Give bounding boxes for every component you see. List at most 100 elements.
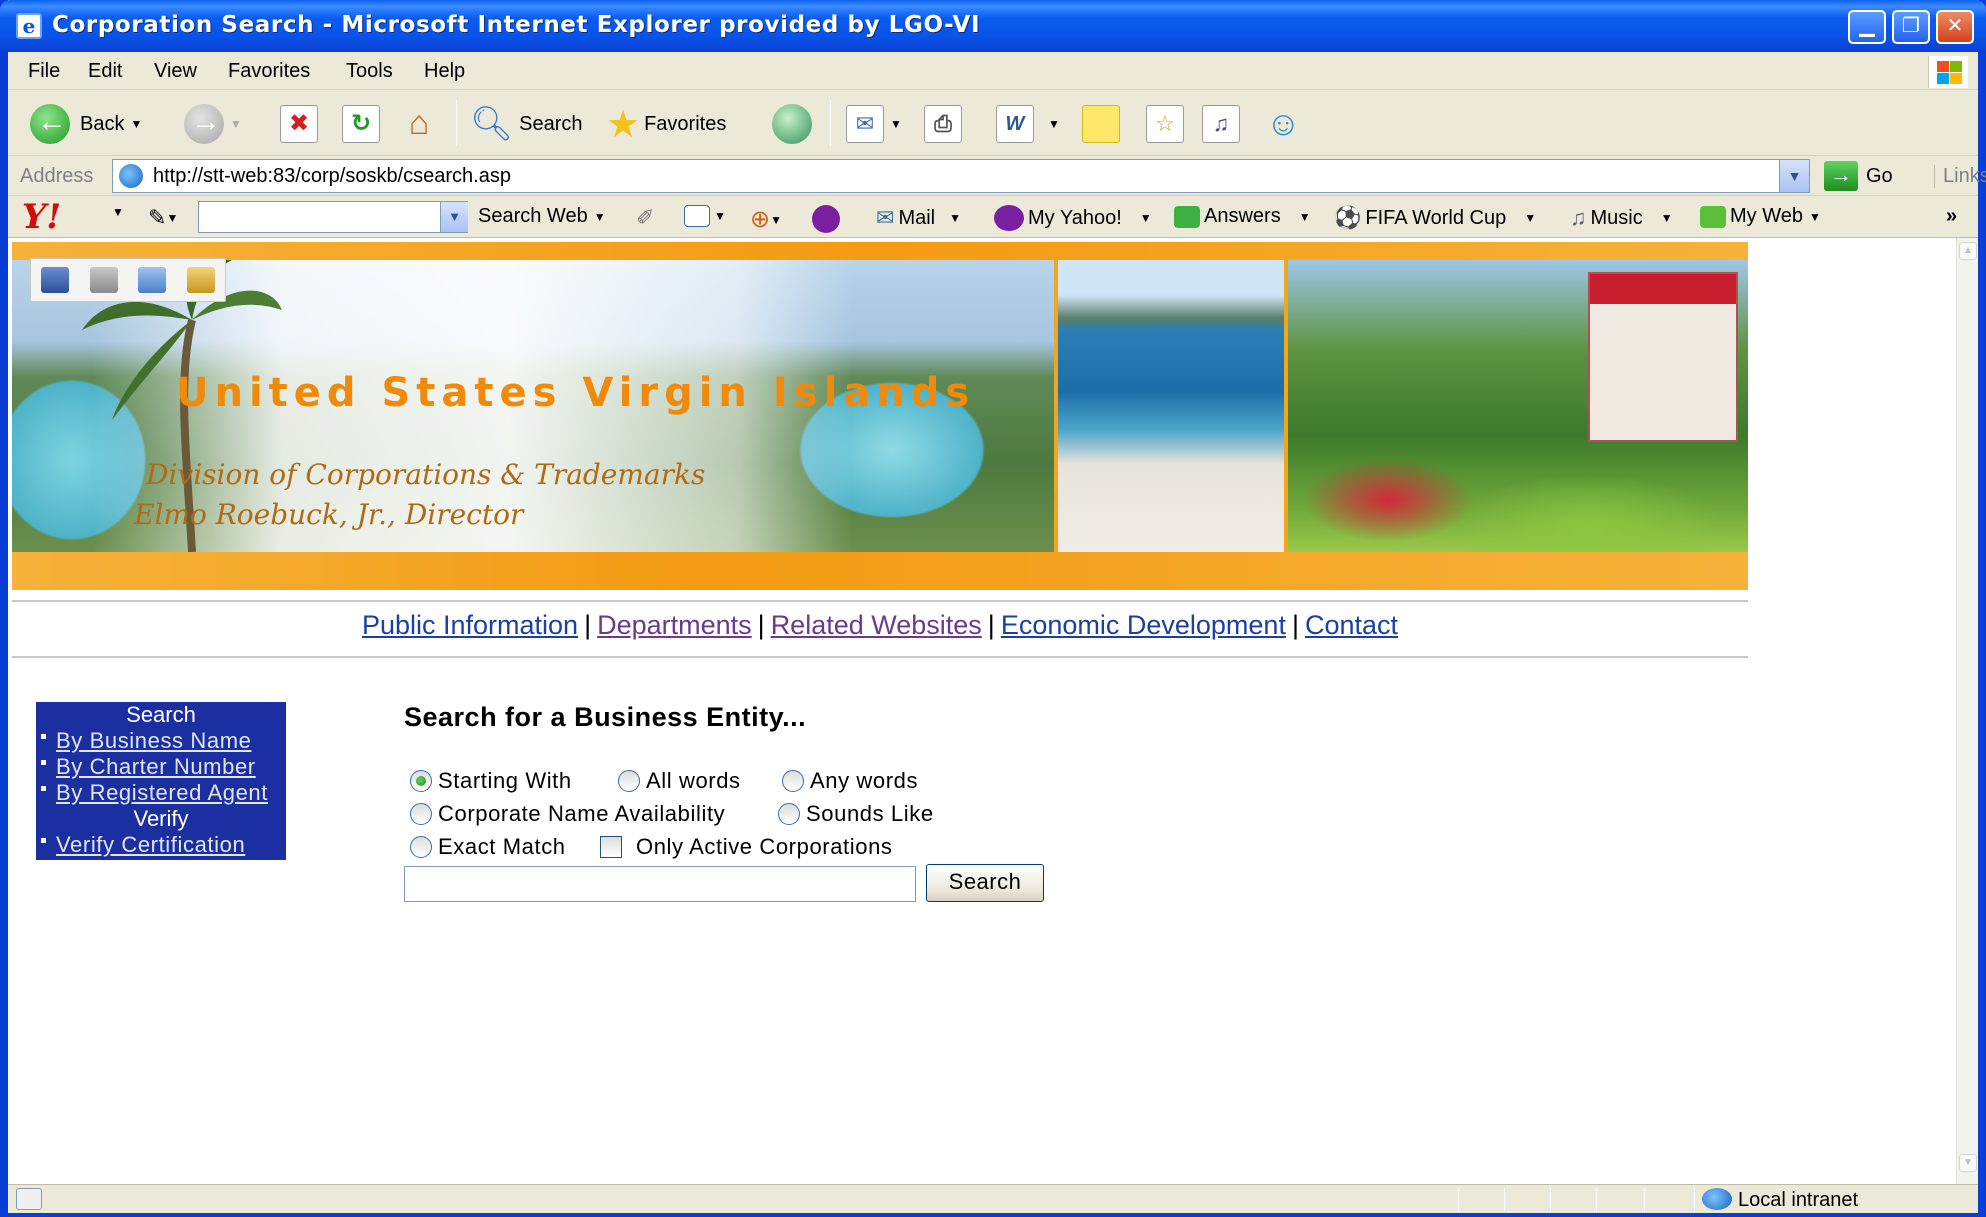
link-by-business-name[interactable]: By Business Name (56, 728, 251, 753)
search-button[interactable]: Search (926, 864, 1044, 902)
answers-button[interactable]: Answers ▼ (1174, 205, 1311, 228)
favorites-button[interactable]: ★ Favorites (606, 102, 726, 146)
menu-edit[interactable]: Edit (88, 60, 122, 83)
nav-departments[interactable]: Departments (597, 610, 752, 640)
messenger-button[interactable]: ☺ (1266, 102, 1301, 146)
scroll-up-icon[interactable]: ▲ (1959, 242, 1977, 260)
option-all-words[interactable]: All words (618, 768, 741, 794)
go-button[interactable]: → Go (1824, 161, 1893, 191)
anti-spy-icon[interactable]: ⊕ ▼ (750, 205, 782, 234)
my-pictures-icon[interactable] (186, 267, 215, 293)
radio-sounds-like[interactable] (778, 803, 800, 825)
my-web-label: My Web (1730, 205, 1803, 227)
answers-dropdown-icon[interactable]: ▼ (1299, 210, 1311, 224)
my-yahoo-button[interactable]: My Yahoo! ▼ (994, 205, 1152, 231)
refresh-button[interactable]: ↻ (342, 102, 380, 146)
mail-dropdown-arrow-icon[interactable]: ▼ (949, 211, 961, 225)
close-button[interactable]: ✕ (1936, 10, 1974, 44)
option-sounds-like[interactable]: Sounds Like (778, 801, 934, 827)
home-button[interactable]: ⌂ (400, 102, 438, 146)
option-exact-match[interactable]: Exact Match (410, 834, 566, 860)
headset-button[interactable] (812, 205, 844, 233)
links-label[interactable]: Links (1934, 165, 1986, 188)
scroll-down-icon[interactable]: ▼ (1959, 1154, 1977, 1172)
my-yahoo-dropdown-icon[interactable]: ▼ (1140, 211, 1152, 225)
music-button[interactable]: ♫ Music ▼ (1570, 205, 1673, 231)
forward-button[interactable]: ▼ (184, 102, 242, 146)
save-image-icon[interactable] (41, 267, 70, 293)
pencil-icon[interactable]: ✎ ▼ (148, 205, 178, 231)
search-web-label: Search Web (478, 205, 588, 227)
edit-dropdown-icon[interactable]: ▼ (1048, 117, 1060, 131)
resort-building-image (1588, 272, 1738, 442)
radio-all-words[interactable] (618, 770, 640, 792)
checkbox-only-active[interactable] (600, 836, 622, 858)
windows-logo-icon (1928, 56, 1968, 88)
history-button[interactable] (772, 102, 812, 146)
highlight-pen-icon[interactable]: ✐ (636, 205, 654, 231)
mail-dropdown-icon[interactable]: ▼ (890, 117, 902, 131)
research-button[interactable]: ☆ (1146, 102, 1184, 146)
mail-envelope-icon: ✉ (846, 105, 884, 143)
radio-exact-match[interactable] (410, 836, 432, 858)
search-web-button[interactable]: Search Web ▼ (478, 205, 606, 228)
link-by-charter-number[interactable]: By Charter Number (56, 754, 256, 779)
link-by-registered-agent[interactable]: By Registered Agent (56, 780, 268, 805)
search-toolbar-button[interactable]: 🔍︎ Search (470, 102, 583, 146)
my-web-button[interactable]: My Web ▼ (1700, 205, 1821, 228)
toolbar-chevron-icon[interactable]: » (1946, 205, 1957, 228)
option-any-words[interactable]: Any words (782, 768, 918, 794)
radio-corporate-name-availability[interactable] (410, 803, 432, 825)
music-dropdown-icon[interactable]: ▼ (1661, 211, 1673, 225)
popup-dropdown-icon[interactable]: ▼ (714, 209, 726, 223)
radio-any-words[interactable] (782, 770, 804, 792)
menu-file[interactable]: File (28, 60, 60, 83)
back-arrow-icon (30, 104, 70, 144)
address-dropdown-icon[interactable]: ▼ (1779, 160, 1809, 192)
forward-dropdown-icon[interactable]: ▼ (230, 117, 242, 131)
maximize-button[interactable]: ❐ (1892, 10, 1930, 44)
form-title: Search for a Business Entity... (404, 702, 807, 732)
link-verify-certification[interactable]: Verify Certification (56, 832, 245, 857)
fifa-dropdown-icon[interactable]: ▼ (1524, 211, 1536, 225)
option-starting-with[interactable]: Starting With (410, 768, 572, 794)
yahoo-mail-button[interactable]: ✉ Mail ▼ (876, 205, 961, 231)
nav-public-information[interactable]: Public Information (362, 610, 578, 640)
stop-button[interactable]: ✖ (280, 102, 318, 146)
status-separator (1694, 1188, 1695, 1211)
business-search-input[interactable] (404, 866, 916, 902)
print-image-icon[interactable] (89, 267, 118, 293)
yahoo-search-dropdown-icon[interactable]: ▼ (440, 202, 468, 232)
discuss-button[interactable] (1082, 102, 1120, 146)
search-web-dropdown-icon[interactable]: ▼ (594, 210, 606, 224)
mail-image-icon[interactable] (138, 267, 167, 293)
option-corporate-name-availability[interactable]: Corporate Name Availability (410, 801, 725, 827)
page-globe-icon (119, 164, 143, 188)
title-bar[interactable]: e Corporation Search - Microsoft Interne… (0, 0, 1986, 52)
edit-button[interactable]: W ▼ (996, 102, 1060, 146)
address-input[interactable]: http://stt-web:83/corp/soskb/csearch.asp… (112, 159, 1810, 193)
yahoo-logo-icon[interactable]: Y! (22, 197, 61, 237)
fifa-button[interactable]: ⚽ FIFA World Cup ▼ (1334, 205, 1536, 231)
nav-contact[interactable]: Contact (1305, 610, 1398, 640)
minimize-button[interactable]: ▁ (1848, 10, 1886, 44)
mail-icon: ✉ (876, 205, 895, 230)
back-dropdown-icon[interactable]: ▼ (130, 117, 142, 131)
option-only-active-corporations[interactable]: Only Active Corporations (600, 834, 893, 860)
popup-blocker-button[interactable]: ▼ (684, 205, 726, 227)
my-web-dropdown-icon[interactable]: ▼ (1809, 210, 1821, 224)
print-button[interactable]: ⎙ (924, 102, 962, 146)
media-button[interactable]: ♫ (1202, 102, 1240, 146)
nav-related-websites[interactable]: Related Websites (771, 610, 982, 640)
menu-view[interactable]: View (154, 60, 197, 83)
radio-starting-with[interactable] (410, 770, 432, 792)
nav-economic-development[interactable]: Economic Development (1001, 610, 1286, 640)
mail-button[interactable]: ✉ ▼ (846, 102, 902, 146)
yahoo-dropdown-icon[interactable]: ▼ (112, 205, 124, 219)
vertical-scrollbar[interactable]: ▲ ▼ (1956, 238, 1978, 1184)
menu-tools[interactable]: Tools (346, 60, 393, 83)
back-button[interactable]: Back ▼ (30, 102, 142, 146)
menu-favorites[interactable]: Favorites (228, 60, 310, 83)
menu-help[interactable]: Help (424, 60, 465, 83)
yahoo-search-input[interactable] (198, 201, 468, 233)
